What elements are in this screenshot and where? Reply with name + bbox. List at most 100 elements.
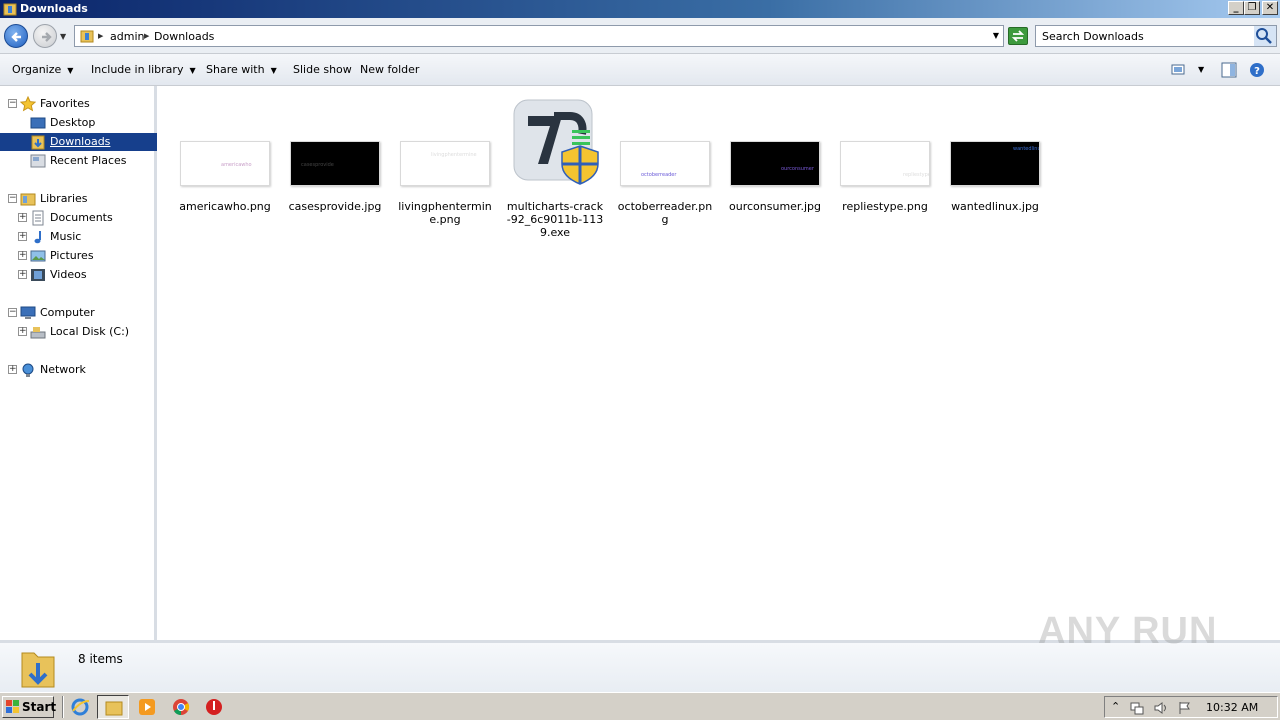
file-list[interactable]: americawho americawho.png casesprovide c… <box>160 86 1280 640</box>
expand-icon[interactable]: + <box>18 232 27 241</box>
search-box[interactable] <box>1035 25 1277 47</box>
nav-favorites[interactable]: − Favorites <box>0 95 157 113</box>
chevron-down-icon: ▼ <box>270 66 277 75</box>
file-name: americawho.png <box>179 200 271 213</box>
volume-icon[interactable] <box>1153 700 1169 716</box>
file-name: casesprovide.jpg <box>288 200 382 213</box>
address-dropdown[interactable]: ▼ <box>993 31 999 40</box>
nav-recent-places[interactable]: Recent Places <box>0 152 157 170</box>
collapse-icon[interactable]: − <box>8 99 17 108</box>
restore-button[interactable]: ❐ <box>1244 1 1260 15</box>
chrome-icon[interactable] <box>171 697 191 717</box>
taskbar-separator <box>62 696 64 718</box>
organize-label: Organize <box>12 63 62 76</box>
breadcrumb-arrow-icon[interactable]: ▶ <box>98 32 103 40</box>
close-button[interactable]: ✕ <box>1262 1 1278 15</box>
nav-computer[interactable]: − Computer <box>0 304 157 322</box>
file-name: ourconsumer.jpg <box>729 200 821 213</box>
expand-icon[interactable]: + <box>18 213 27 222</box>
forward-button[interactable] <box>33 24 57 48</box>
recent-places-icon <box>30 154 46 168</box>
search-icon <box>1256 28 1272 44</box>
include-in-library-button[interactable]: Include in library ▼ <box>91 63 196 76</box>
downloads-folder-icon <box>31 135 45 150</box>
thumbnail-text: livingphentermine <box>431 152 477 158</box>
expand-icon[interactable]: + <box>18 251 27 260</box>
collapse-icon[interactable]: − <box>8 194 17 203</box>
share-with-button[interactable]: Share with ▼ <box>206 63 277 76</box>
file-name: repliestype.png <box>842 200 928 213</box>
thumbnail-text: repliestype <box>903 172 930 178</box>
chevron-down-icon: ▼ <box>189 66 196 75</box>
breadcrumb-downloads[interactable]: Downloads <box>154 30 214 43</box>
address-bar[interactable]: ▶ admin ▶ Downloads ▼ <box>74 25 1004 47</box>
new-folder-button[interactable]: New folder <box>360 63 419 76</box>
file-name: wantedlinux.jpg <box>951 200 1039 213</box>
window-title: Downloads <box>20 2 88 15</box>
item-count: 8 items <box>78 652 123 666</box>
svg-text:?: ? <box>1254 66 1260 77</box>
nav-libraries-label: Libraries <box>40 192 88 205</box>
internet-explorer-icon[interactable] <box>70 697 90 717</box>
file-name: octoberreader.png <box>617 200 713 226</box>
nav-downloads[interactable]: Downloads <box>0 133 157 151</box>
thumbnail-text: casesprovide <box>301 162 334 168</box>
image-thumbnail: casesprovide <box>290 141 380 186</box>
image-thumbnail: wantedlinux <box>950 141 1040 186</box>
recent-pages-dropdown[interactable]: ▼ <box>60 32 66 41</box>
nav-network-label: Network <box>40 363 86 376</box>
help-icon[interactable]: ? <box>1249 62 1265 78</box>
nav-pictures[interactable]: + Pictures <box>0 247 157 265</box>
nav-videos[interactable]: + Videos <box>0 266 157 284</box>
nav-music[interactable]: + Music <box>0 228 157 246</box>
nav-local-disk-label: Local Disk (C:) <box>50 325 130 338</box>
nav-documents[interactable]: + Documents <box>0 209 157 227</box>
view-icon[interactable] <box>1171 62 1185 76</box>
folder-icon <box>3 3 17 16</box>
slide-show-button[interactable]: Slide show <box>293 63 352 76</box>
nav-pictures-label: Pictures <box>50 249 94 262</box>
navigation-pane: − Favorites Desktop Downloads Recent Pla… <box>0 86 157 640</box>
expand-icon[interactable]: + <box>18 270 27 279</box>
search-button[interactable] <box>1254 26 1276 46</box>
search-input[interactable] <box>1036 26 1252 46</box>
minimize-button[interactable]: _ <box>1228 1 1244 15</box>
nav-network[interactable]: + Network <box>0 361 157 379</box>
image-thumbnail: repliestype <box>840 141 930 186</box>
start-button[interactable]: Start <box>2 696 56 718</box>
preview-pane-icon[interactable] <box>1221 62 1237 78</box>
nav-videos-label: Videos <box>50 268 87 281</box>
network-status-icon[interactable] <box>1129 700 1145 716</box>
clock[interactable]: 10:32 AM <box>1206 701 1258 714</box>
taskbar-explorer-button[interactable] <box>97 695 129 719</box>
breadcrumb-arrow-icon[interactable]: ▶ <box>144 32 149 40</box>
refresh-icon <box>1011 30 1025 42</box>
organize-button[interactable]: Organize ▼ <box>12 63 73 76</box>
view-dropdown[interactable]: ▼ <box>1198 65 1204 74</box>
title-bar[interactable]: Downloads _ ❐ ✕ <box>0 0 1280 18</box>
image-thumbnail: livingphentermine <box>400 141 490 186</box>
nav-computer-label: Computer <box>40 306 95 319</box>
arrow-right-icon <box>42 32 52 42</box>
windows-logo-icon <box>6 700 19 713</box>
star-icon <box>20 96 36 112</box>
address-row: ▼ ▶ admin ▶ Downloads ▼ <box>0 18 1280 54</box>
include-in-library-label: Include in library <box>91 63 184 76</box>
expand-icon[interactable]: + <box>18 327 27 336</box>
nav-libraries[interactable]: − Libraries <box>0 190 157 208</box>
refresh-button[interactable] <box>1008 27 1028 45</box>
media-player-icon[interactable] <box>137 697 157 717</box>
stop-app-icon[interactable] <box>204 697 224 717</box>
watermark: ANY RUN <box>1038 610 1218 652</box>
nav-desktop[interactable]: Desktop <box>0 114 157 132</box>
nav-downloads-label: Downloads <box>50 135 111 148</box>
show-hidden-icons-icon[interactable]: ⌃ <box>1111 700 1120 713</box>
action-center-flag-icon[interactable] <box>1177 700 1193 716</box>
nav-local-disk[interactable]: + Local Disk (C:) <box>0 323 157 341</box>
network-icon <box>22 363 34 377</box>
expand-icon[interactable]: + <box>8 365 17 374</box>
breadcrumb-admin[interactable]: admin <box>110 30 144 43</box>
collapse-icon[interactable]: − <box>8 308 17 317</box>
folder-icon <box>80 30 94 43</box>
back-button[interactable] <box>4 24 28 48</box>
